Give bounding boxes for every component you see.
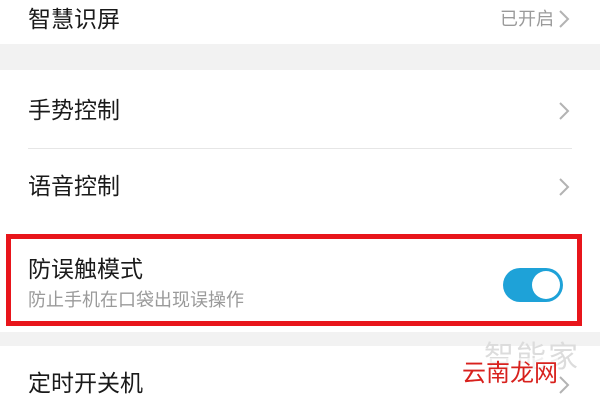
- setting-row-voice-control[interactable]: 语音控制: [0, 149, 600, 227]
- setting-title: 手势控制: [28, 98, 120, 124]
- setting-row-gesture-control[interactable]: 手势控制: [0, 70, 600, 148]
- setting-row-smart-screen[interactable]: 智慧识屏 已开启: [0, 0, 600, 44]
- setting-title: 定时开关机: [28, 371, 143, 397]
- accidental-touch-toggle[interactable]: [503, 268, 563, 302]
- setting-title: 语音控制: [28, 174, 120, 200]
- chevron-right-icon: [559, 102, 570, 120]
- setting-title: 智慧识屏: [28, 7, 120, 33]
- setting-status: 已开启: [500, 9, 554, 30]
- chevron-right-icon: [559, 178, 570, 196]
- toggle-knob: [532, 271, 560, 299]
- watermark-bottom: 云南龙网: [462, 358, 558, 388]
- chevron-right-icon: [559, 10, 570, 28]
- section-gap: [0, 44, 600, 70]
- setting-subtitle: 防止手机在口袋出现误操作: [28, 290, 244, 311]
- setting-title: 防误触模式: [28, 257, 143, 283]
- chevron-right-icon: [559, 376, 570, 394]
